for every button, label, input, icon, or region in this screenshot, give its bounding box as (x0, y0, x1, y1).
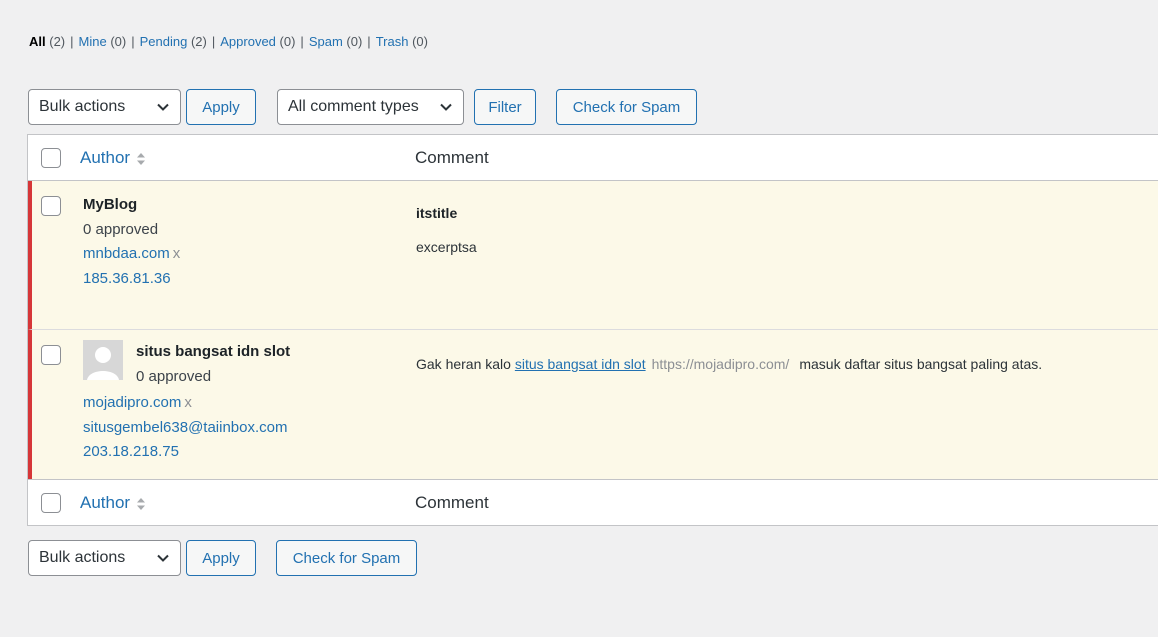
comment-excerpt: excerptsa (416, 239, 477, 255)
separator: | (211, 34, 216, 49)
filter-trash-link[interactable]: Trash (376, 34, 409, 49)
bulk-actions-value: Bulk actions (39, 98, 126, 115)
chevron-down-icon (157, 554, 169, 562)
sort-icon (137, 497, 146, 510)
comment-text-after: masuk daftar situs bangsat paling atas. (799, 356, 1043, 372)
filter-all-count: (2) (49, 34, 66, 49)
filter-all[interactable]: All (2) (29, 34, 65, 49)
filter-spam-count: (0) (346, 34, 363, 49)
top-toolbar: Bulk actions Apply All comment types Fil… (28, 89, 697, 125)
apply-button[interactable]: Apply (186, 89, 256, 125)
avatar-placeholder-icon (83, 340, 123, 380)
author-ip-link[interactable]: 203.18.218.75 (83, 443, 179, 460)
filter-pending[interactable]: Pending (2) (140, 34, 207, 49)
apply-button[interactable]: Apply (186, 540, 256, 576)
status-filter-links: All (2) | Mine (0) | Pending (2) | Approved (0… (29, 34, 428, 49)
bulk-actions-select[interactable]: Bulk actions (28, 89, 181, 125)
filter-mine[interactable]: Mine (0) (79, 34, 127, 49)
chevron-down-icon (157, 103, 169, 111)
remove-url-link[interactable]: x (184, 394, 192, 411)
comment-column-label: Comment (415, 493, 489, 512)
check-for-spam-button[interactable]: Check for Spam (556, 89, 697, 125)
comment-column-label: Comment (415, 148, 489, 167)
separator: | (70, 34, 74, 49)
filter-mine-link[interactable]: Mine (79, 34, 107, 49)
filter-pending-link[interactable]: Pending (140, 34, 188, 49)
check-for-spam-button[interactable]: Check for Spam (276, 540, 417, 576)
author-column-label: Author (80, 148, 131, 167)
bottom-toolbar: Bulk actions Apply Check for Spam (28, 540, 417, 576)
filter-mine-count: (0) (110, 34, 127, 49)
filter-button[interactable]: Filter (474, 89, 536, 125)
select-all-checkbox[interactable] (41, 148, 61, 168)
author-details: mojadipro.com x situsgembel638@taiinbox.c… (83, 391, 288, 465)
bulk-actions-select[interactable]: Bulk actions (28, 540, 181, 576)
filter-spam[interactable]: Spam (0) (309, 34, 362, 49)
author-ip-link[interactable]: 185.36.81.36 (83, 270, 171, 287)
remove-url-link[interactable]: x (173, 245, 181, 262)
comments-table: Author Comment MyBlog 0 approved mnbdaa.… (27, 134, 1158, 526)
select-all-checkbox[interactable] (41, 493, 61, 513)
filter-all-link[interactable]: All (29, 34, 46, 49)
bulk-actions-value: Bulk actions (39, 549, 126, 566)
author-site-link[interactable]: mojadipro.com (83, 394, 181, 411)
chevron-down-icon (440, 103, 452, 111)
comment-text-before: Gak heran kalo (416, 356, 511, 372)
filter-trash[interactable]: Trash (0) (376, 34, 428, 49)
author-name: MyBlog (83, 196, 138, 213)
approved-count: 0 approved (83, 220, 159, 238)
author-column-sort[interactable]: Author (80, 148, 146, 168)
author-site-link[interactable]: mnbdaa.com (83, 245, 170, 262)
separator: | (367, 34, 371, 49)
author-column-sort[interactable]: Author (80, 493, 146, 513)
filter-approved[interactable]: Approved (0) (220, 34, 295, 49)
comment-inline-link[interactable]: situs bangsat idn slot (515, 356, 646, 372)
author-column-label: Author (80, 493, 131, 512)
comment-text: Gak heran kalo situs bangsat idn slot htt… (416, 356, 1042, 372)
filter-approved-count: (0) (279, 34, 296, 49)
comment-types-value: All comment types (288, 98, 419, 115)
approved-count: 0 approved (136, 368, 212, 385)
avatar (83, 340, 123, 380)
row-checkbox[interactable] (41, 345, 61, 365)
comment-types-select[interactable]: All comment types (277, 89, 464, 125)
author-name: situs bangsat idn slot (136, 343, 291, 360)
separator: | (300, 34, 304, 49)
author-cell: MyBlog 0 approved mnbdaa.com x 185.36.81.… (83, 193, 180, 291)
separator: | (131, 34, 135, 49)
table-row: MyBlog 0 approved mnbdaa.com x 185.36.81.… (28, 181, 1158, 329)
table-header: Author Comment (28, 135, 1158, 181)
filter-trash-count: (0) (412, 34, 428, 49)
author-email-link[interactable]: situsgembel638@taiinbox.com (83, 419, 288, 436)
comment-title: itstitle (416, 205, 458, 221)
row-checkbox[interactable] (41, 196, 61, 216)
filter-pending-count: (2) (190, 34, 207, 49)
comment-url-text: https://mojadipro.com/ (651, 356, 790, 372)
sort-icon (137, 152, 146, 165)
filter-approved-link[interactable]: Approved (220, 34, 276, 49)
filter-spam-link[interactable]: Spam (309, 34, 343, 49)
table-row: situs bangsat idn slot 0 approved mojadi… (28, 329, 1158, 479)
table-footer: Author Comment (28, 479, 1158, 525)
